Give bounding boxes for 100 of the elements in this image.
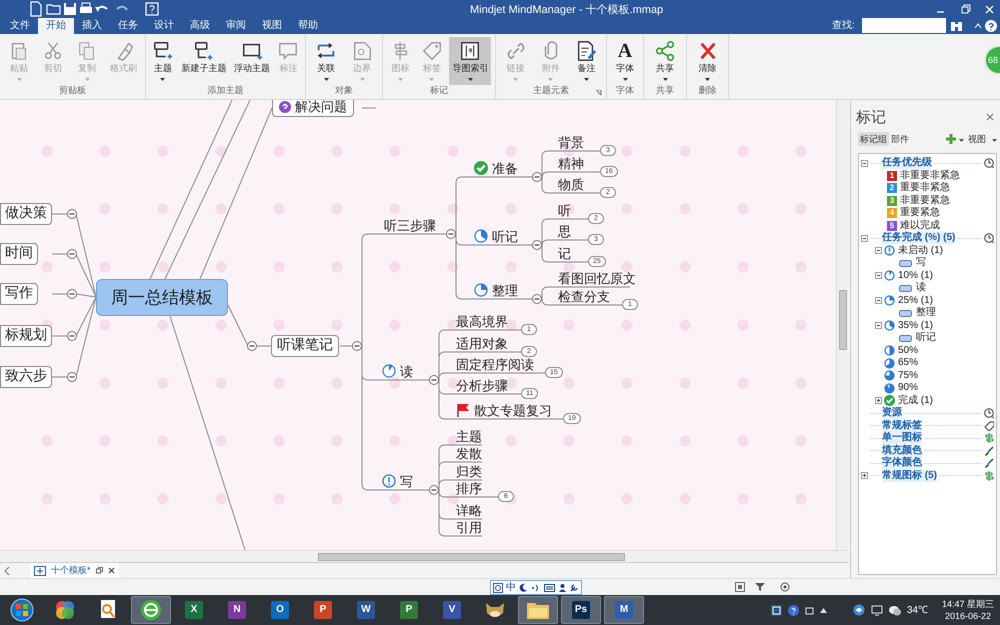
vertical-scrollbar[interactable] bbox=[836, 100, 848, 550]
collapse-icon[interactable] bbox=[875, 272, 882, 280]
marker-label[interactable]: 65% bbox=[898, 357, 918, 370]
close-icon[interactable] bbox=[108, 567, 115, 574]
ribbon-button[interactable]: 主题 bbox=[148, 37, 177, 85]
page-icon[interactable] bbox=[735, 582, 745, 592]
taskbar-button[interactable] bbox=[131, 596, 171, 624]
menu-tab[interactable]: 高级 bbox=[182, 18, 218, 34]
caret-icon[interactable] bbox=[992, 139, 997, 142]
collapse-icon[interactable] bbox=[875, 297, 882, 304]
marker-label[interactable]: 非重要紧急 bbox=[900, 194, 950, 207]
horizontal-scrollbar[interactable] bbox=[0, 550, 848, 562]
marker-label[interactable]: 10% (1) bbox=[898, 270, 934, 282]
topic-label[interactable]: 听记 bbox=[492, 229, 518, 244]
collapse-icon[interactable] bbox=[875, 247, 882, 254]
topic-label[interactable]: 分析步骤 bbox=[456, 378, 508, 393]
target-icon[interactable] bbox=[780, 582, 790, 592]
menu-tab[interactable]: 文件 bbox=[2, 18, 38, 34]
topic-label[interactable]: 读 bbox=[400, 364, 413, 379]
menu-tab[interactable]: 任务 bbox=[110, 18, 146, 34]
topic-label[interactable]: 归类 bbox=[456, 464, 482, 479]
marker-label[interactable]: 非重要非紧急 bbox=[900, 170, 960, 182]
chat-icon[interactable] bbox=[888, 604, 901, 616]
scrollbar-thumb[interactable] bbox=[318, 553, 625, 561]
help-icon[interactable] bbox=[144, 1, 160, 17]
taskbar-button[interactable]: M bbox=[604, 596, 644, 624]
topic-label[interactable]: 最高境界 bbox=[456, 314, 508, 329]
topic-label[interactable]: 写 bbox=[400, 474, 413, 489]
new-document-icon[interactable] bbox=[28, 1, 44, 17]
ribbon-button[interactable]: 浮动主题 bbox=[230, 37, 273, 85]
marker-label[interactable]: 完成 (1) bbox=[898, 394, 933, 407]
caret-icon[interactable] bbox=[959, 139, 964, 142]
topic-label[interactable]: 固定程序阅读 bbox=[456, 357, 534, 372]
marker-label[interactable]: 重要非紧急 bbox=[900, 182, 950, 194]
topic-label[interactable]: 引用 bbox=[456, 520, 482, 535]
panel-tab[interactable]: 部件 bbox=[889, 132, 911, 146]
topic-node[interactable]: 听课笔记 bbox=[271, 335, 339, 357]
marker-label[interactable]: 难以完成 bbox=[900, 220, 940, 232]
binoculars-icon[interactable] bbox=[950, 20, 964, 32]
ime-logo-icon[interactable] bbox=[493, 582, 503, 592]
menu-tab[interactable]: 审阅 bbox=[218, 18, 254, 34]
marker-label[interactable]: 25% (1) bbox=[898, 294, 934, 307]
topic-node[interactable]: 标规划 bbox=[0, 325, 52, 347]
ribbon-button[interactable]: 备注 bbox=[572, 37, 600, 85]
filter-icon[interactable] bbox=[755, 582, 765, 592]
restore-icon[interactable] bbox=[96, 567, 103, 574]
marker-label[interactable]: 35% (1) bbox=[898, 320, 934, 332]
save-icon[interactable] bbox=[62, 1, 78, 17]
menu-tab[interactable]: 插入 bbox=[74, 18, 110, 34]
group-label[interactable]: 任务优先级 bbox=[882, 157, 932, 170]
taskbar-button[interactable]: O bbox=[260, 596, 300, 624]
ribbon-button[interactable]: A 字体 bbox=[613, 37, 637, 85]
tray-window-icon[interactable] bbox=[804, 606, 814, 614]
help-icon[interactable] bbox=[985, 20, 997, 32]
taskbar-button[interactable]: N bbox=[217, 596, 257, 624]
topic-label[interactable]: 精神 bbox=[558, 156, 584, 171]
ime-mode-button[interactable]: 中 bbox=[506, 582, 516, 594]
marker-label[interactable]: 50% bbox=[898, 344, 918, 357]
topic-label[interactable]: 详略 bbox=[456, 503, 482, 518]
document-tab[interactable]: 十个模板* bbox=[30, 562, 119, 578]
search-field[interactable] bbox=[862, 18, 946, 33]
group-label[interactable]: 资源 bbox=[882, 407, 902, 420]
ribbon-button[interactable]: 清除 bbox=[694, 37, 722, 85]
topic-label[interactable]: 记 bbox=[558, 246, 571, 261]
topic-label[interactable]: 散文专题复习 bbox=[474, 403, 552, 418]
topic-label[interactable]: 听记 bbox=[916, 332, 936, 344]
topic-label[interactable]: 排序 bbox=[456, 481, 482, 496]
collapse-icon[interactable] bbox=[861, 234, 868, 242]
clock-date[interactable]: 2016-06-22 bbox=[944, 610, 991, 622]
topic-label[interactable]: 物质 bbox=[558, 177, 584, 192]
marker-label[interactable]: 未启动 (1) bbox=[898, 244, 943, 257]
marker-label[interactable]: 90% bbox=[898, 382, 918, 394]
tray-expand-icon[interactable] bbox=[820, 608, 827, 612]
topic-label[interactable]: 思 bbox=[558, 224, 571, 239]
ribbon-button[interactable]: 共享 bbox=[651, 37, 679, 85]
scroll-left-icon[interactable] bbox=[4, 566, 10, 574]
topic-label[interactable]: 听三步骤 bbox=[384, 218, 436, 233]
panel-tab[interactable]: 标记组 bbox=[858, 132, 889, 146]
menu-tab[interactable]: 视图 bbox=[254, 18, 290, 34]
expand-icon[interactable] bbox=[875, 397, 882, 404]
help-icon[interactable] bbox=[788, 604, 799, 616]
collapse-icon[interactable] bbox=[861, 160, 868, 167]
group-label[interactable]: 填充颜色 bbox=[882, 444, 922, 457]
user-icon[interactable] bbox=[558, 583, 567, 592]
taskbar-button[interactable]: V bbox=[432, 596, 472, 624]
keyboard-icon[interactable] bbox=[544, 584, 555, 592]
topic-label[interactable]: 发散 bbox=[456, 446, 482, 461]
topic-node[interactable]: 致六步 bbox=[0, 366, 52, 388]
scrollbar-thumb[interactable] bbox=[839, 290, 847, 350]
topic-label[interactable]: 整理 bbox=[916, 307, 936, 320]
topic-label[interactable]: 检查分支 bbox=[558, 289, 610, 304]
ribbon-button[interactable]: 关联 bbox=[312, 37, 340, 85]
group-label[interactable]: 任务完成 (%) (5) bbox=[882, 232, 956, 244]
tray-app-icon[interactable] bbox=[770, 604, 782, 616]
view-menu[interactable]: 视图 bbox=[968, 132, 986, 146]
menu-tab[interactable]: 帮助 bbox=[290, 18, 326, 34]
topic-label[interactable]: 听 bbox=[558, 203, 571, 218]
topic-node[interactable]: 做决策 bbox=[0, 203, 52, 225]
ribbon-button[interactable]: 导图索引 bbox=[449, 37, 492, 85]
taskbar-button[interactable]: Ps bbox=[561, 596, 601, 624]
